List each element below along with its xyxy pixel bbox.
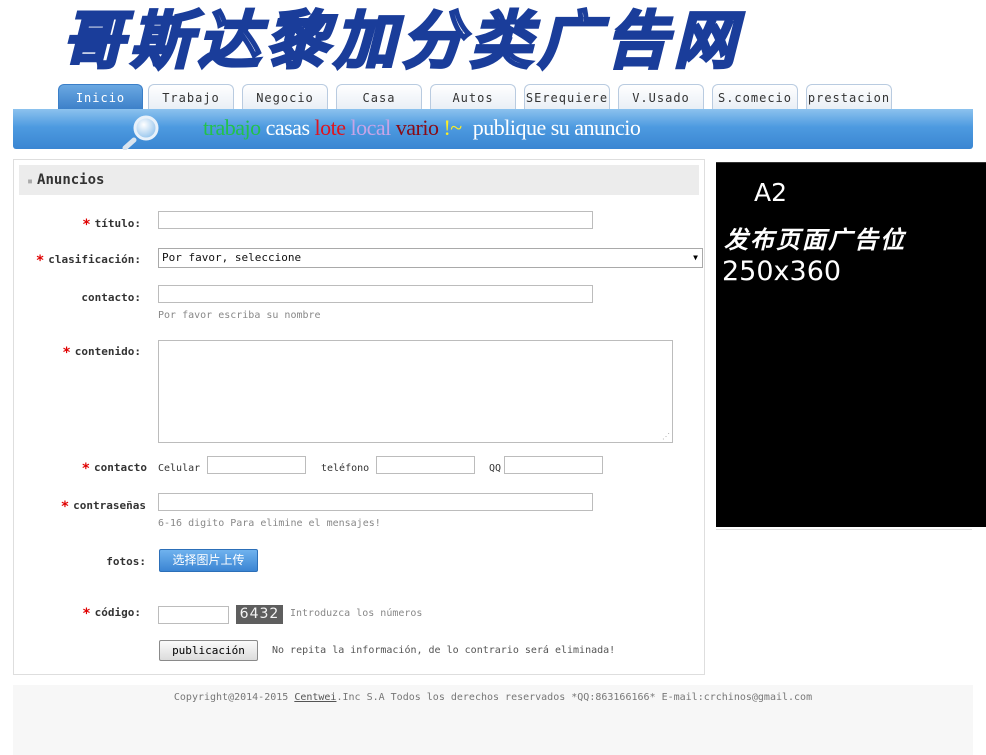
contacto2-label-text: contacto [94,461,147,474]
publish-button[interactable]: publicación [159,640,258,661]
tab-inicio[interactable]: Inicio [58,84,143,110]
tag-trabajo[interactable]: trabajo [203,115,261,140]
codigo-label: * código: [40,606,141,622]
contenido-textarea[interactable]: ⋰ [158,340,673,443]
site-logo[interactable]: 哥斯达黎加分类广告网 [61,2,822,82]
required-icon: * [62,345,71,361]
footer-prefix: Copyright@2014-2015 [173,692,295,703]
ad-divider [716,529,972,530]
ad-slot-size: 250x360 [722,256,842,287]
celular-label: Celular [158,463,201,474]
tab-trabajo[interactable]: Trabajo [148,84,234,110]
fotos-label-text: fotos: [106,555,146,568]
upload-photo-button[interactable]: 选择图片上传 [159,549,258,572]
tab-serequiere[interactable]: SErequiere [524,84,610,110]
tag-publique[interactable]: publique su anuncio [473,115,641,140]
contacto-label: contacto: [40,291,141,304]
tag-casas[interactable]: casas [266,115,310,140]
search-icon[interactable] [122,114,166,150]
codigo-hint: Introduzca los números [290,608,423,619]
tab-autos[interactable]: Autos [430,84,516,110]
contenido-label-text: contenido: [74,345,141,358]
logo-text: 哥斯达黎加分类广告网 [61,3,743,79]
fotos-label: fotos: [40,555,146,568]
banner-tagline[interactable]: trabajo casas lote local vario !~ publiq… [203,113,641,143]
celular-input[interactable] [207,456,306,474]
tab-negocio[interactable]: Negocio [242,84,328,110]
panel-title: ▪ Anuncios [19,165,699,195]
footer-text: Copyright@2014-2015 Centwei.Inc S.A Todo… [13,692,973,703]
telefono-input[interactable] [376,456,475,474]
qq-label: QQ [489,463,502,474]
clasificacion-label-text: clasificación: [48,253,141,266]
password-label-text: contraseñas [73,499,146,512]
clasificacion-select[interactable]: Por favor, seleccione ▼ [158,248,703,268]
ad-slot-title: 发布页面广告位 [724,225,906,254]
ad-slot-id: A2 [754,178,788,207]
captcha-image[interactable]: 6432 [236,605,283,624]
publish-hint: No repita la información, de lo contrari… [272,645,616,656]
codigo-label-text: código: [94,606,141,619]
clasificacion-label: * clasificación: [20,253,141,269]
tag-exclaim: !~ [443,115,462,140]
tag-local[interactable]: local [351,115,392,140]
codigo-input[interactable] [158,606,229,624]
tag-vario[interactable]: vario [396,115,439,140]
tab-scomecio[interactable]: S.comecio [712,84,798,110]
telefono-label: teléfono [321,463,370,474]
resize-grip-icon[interactable]: ⋰ [662,433,670,441]
required-icon: * [82,217,91,233]
contacto2-label: * contacto [60,461,147,477]
footer-link[interactable]: Centwei [294,692,336,703]
contacto-label-text: contacto: [81,291,141,304]
contacto-input[interactable] [158,285,593,303]
tab-vusado[interactable]: V.Usado [618,84,704,110]
titulo-label: * título: [40,217,141,233]
required-icon: * [82,606,91,622]
titulo-input[interactable] [158,211,593,229]
bullet-icon: ▪ [27,176,34,187]
password-input[interactable] [158,493,593,511]
contenido-label: * contenido: [40,345,141,361]
panel-title-text: Anuncios [37,172,105,188]
required-icon: * [35,253,45,269]
password-label: * contraseñas [40,499,146,515]
footer: Copyright@2014-2015 Centwei.Inc S.A Todo… [13,685,973,755]
required-icon: * [60,499,70,515]
titulo-label-text: título: [94,217,141,230]
contacto-hint: Por favor escriba su nombre [158,310,321,321]
clasificacion-value: Por favor, seleccione [162,251,302,264]
required-icon: * [81,461,91,477]
tag-lote[interactable]: lote [315,115,347,140]
password-hint: 6-16 digito Para elimine el mensajes! [158,518,381,529]
qq-input[interactable] [504,456,603,474]
chevron-down-icon: ▼ [693,253,698,262]
ad-banner[interactable] [716,162,986,527]
tab-prestacion[interactable]: prestacion [806,84,892,110]
tab-casa[interactable]: Casa [336,84,422,110]
footer-suffix: .Inc S.A Todos los derechos reservados *… [336,692,813,703]
